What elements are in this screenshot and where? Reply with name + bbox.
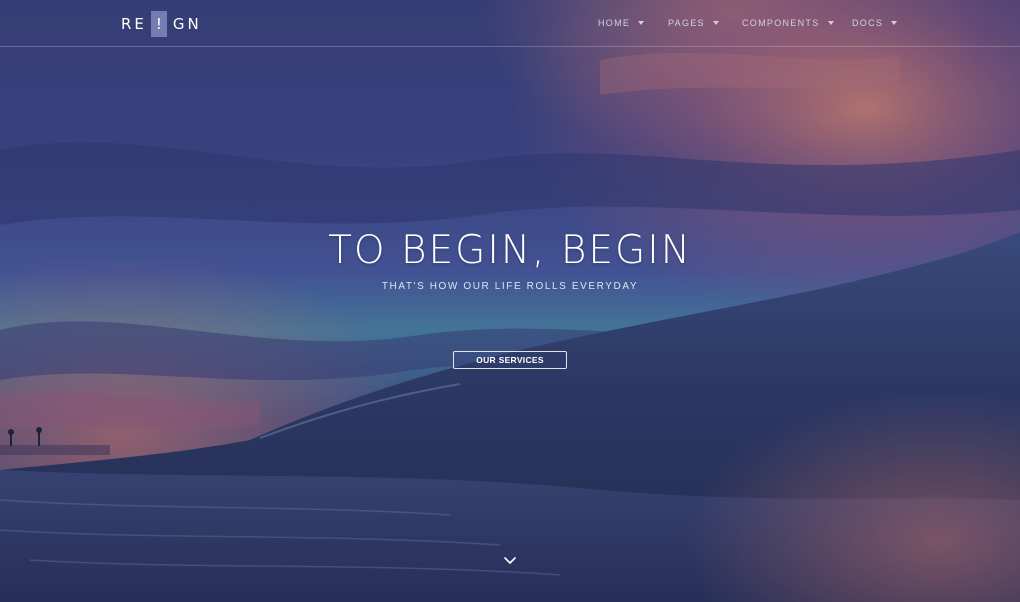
brand-mark: ! (150, 11, 167, 37)
brand-logo[interactable]: RE ! GN (121, 11, 202, 37)
nav-item-label: DOCS (852, 18, 884, 28)
brand-suffix: GN (172, 15, 202, 33)
hero-headline: TO BEGIN, BEGIN (328, 228, 692, 273)
nav-item-docs[interactable]: DOCS (852, 17, 898, 29)
nav-item-pages[interactable]: PAGES (668, 17, 719, 29)
hero-background (0, 0, 1020, 602)
caret-down-icon (827, 21, 834, 25)
brand-prefix: RE (121, 15, 147, 33)
nav-item-home[interactable]: HOME (598, 17, 645, 29)
nav-item-label: PAGES (668, 18, 705, 28)
caret-down-icon (638, 21, 645, 25)
caret-down-icon (891, 21, 898, 25)
nav-item-label: COMPONENTS (742, 18, 820, 28)
hero-subheadline: THAT'S HOW OUR LIFE ROLLS EVERYDAY (381, 281, 639, 292)
top-navbar: RE ! GN HOME PAGES COMPONENTS DOCS (0, 0, 1020, 47)
chevron-down-icon[interactable] (502, 554, 518, 568)
caret-down-icon (712, 21, 719, 25)
nav-item-label: HOME (598, 18, 631, 28)
nav-item-components[interactable]: COMPONENTS (742, 17, 834, 29)
our-services-button[interactable]: OUR SERVICES (453, 351, 567, 369)
ocean-sunset-image (0, 0, 1020, 602)
